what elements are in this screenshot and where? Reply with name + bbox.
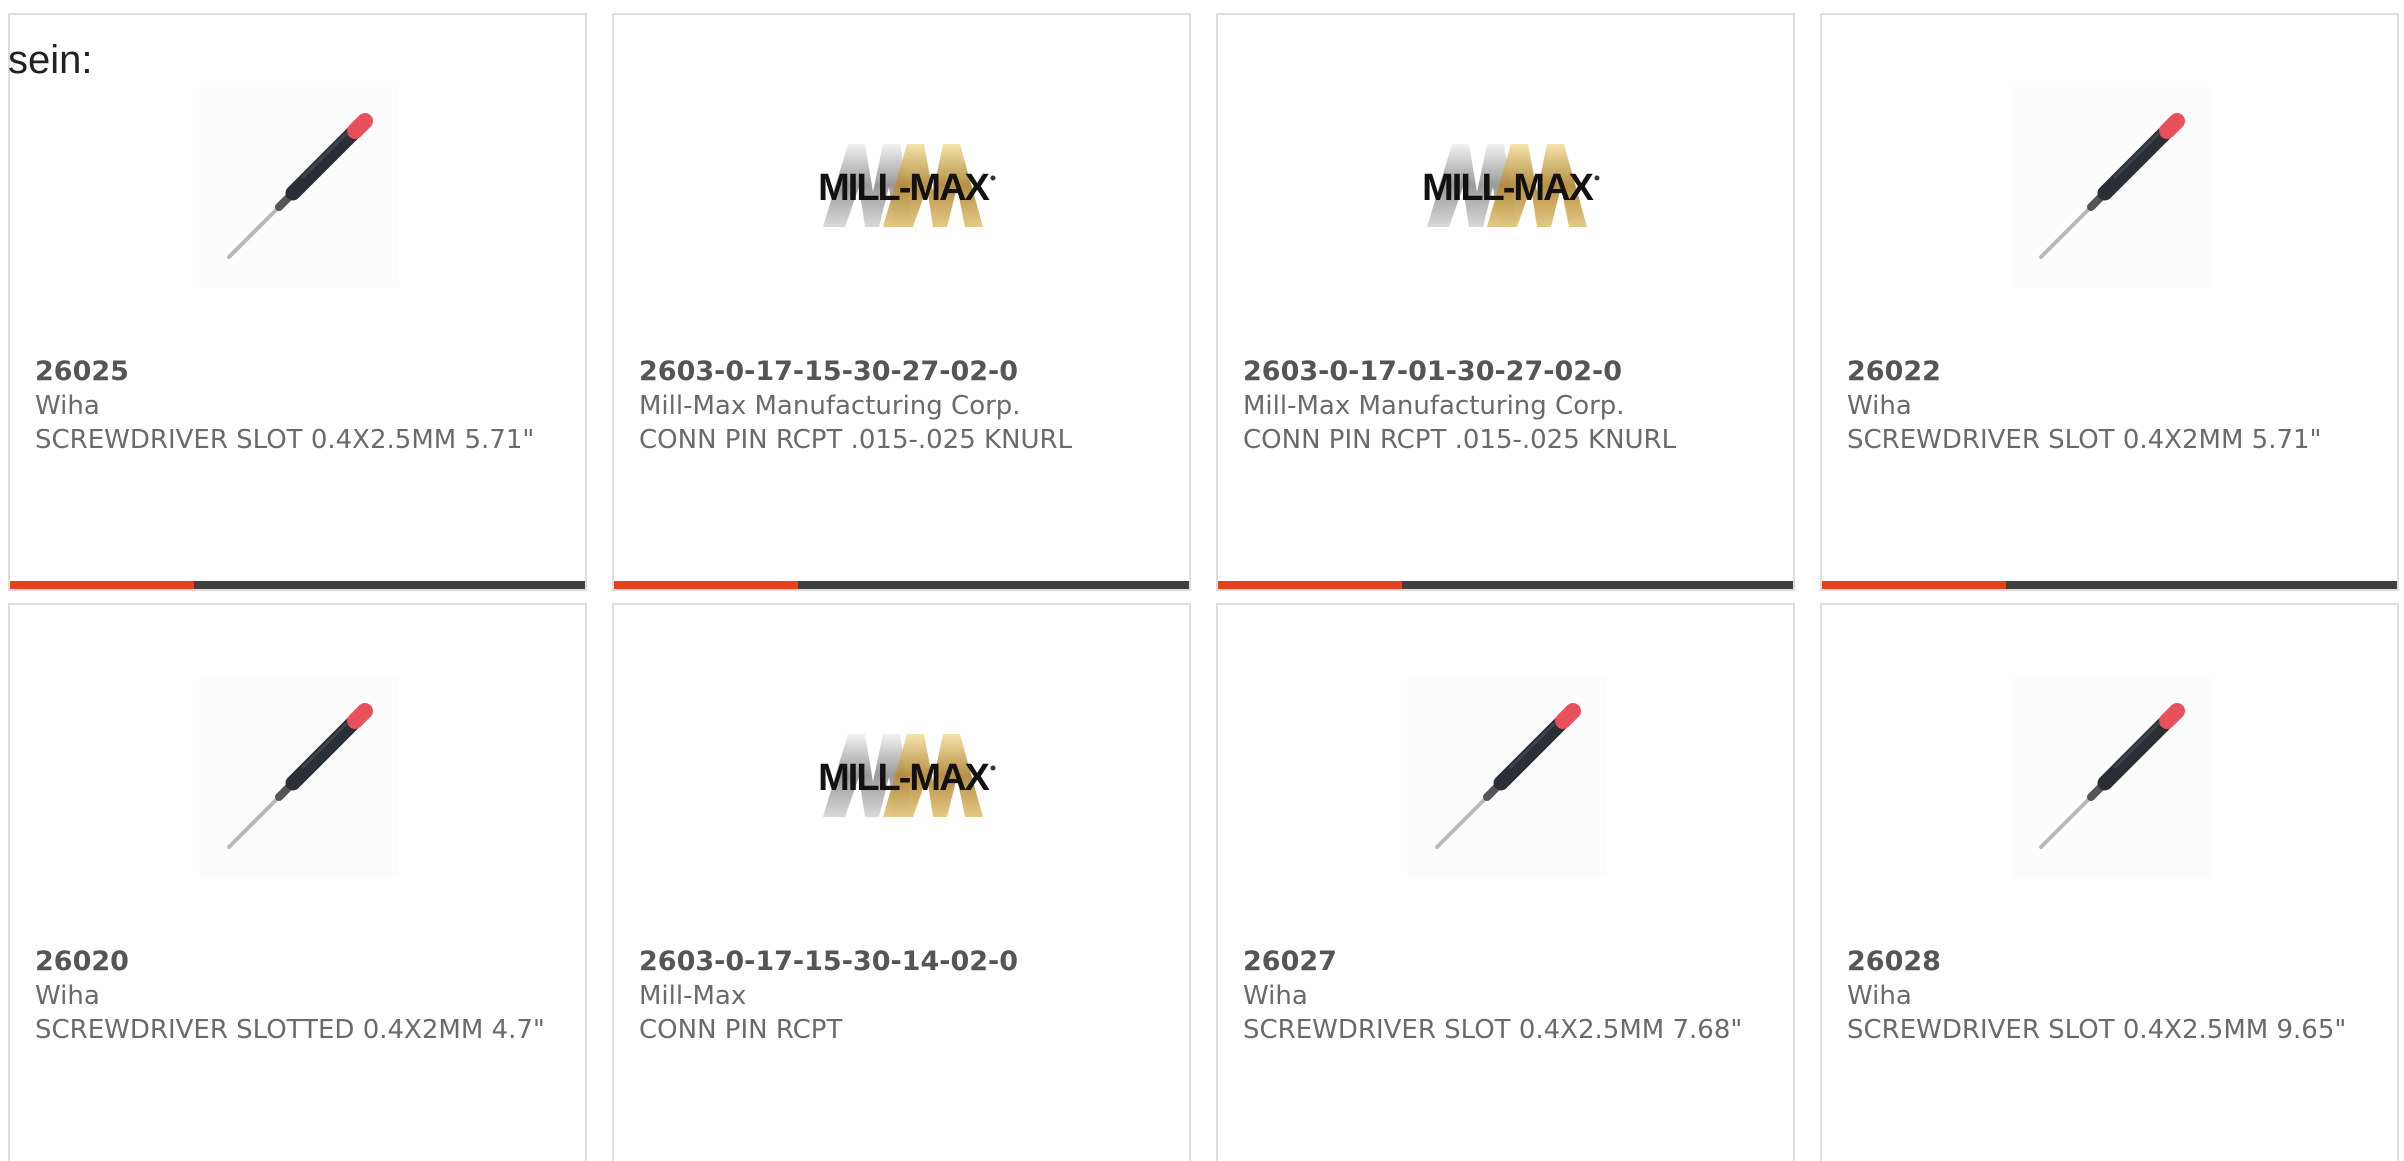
manufacturer: Wiha [1847, 981, 1912, 1011]
part-number[interactable]: 2603-0-17-01-30-27-02-0 [1243, 355, 1768, 389]
product-image [199, 87, 399, 287]
part-number[interactable]: 26020 [35, 945, 560, 979]
part-number[interactable]: 26027 [1243, 945, 1768, 979]
product-image [2011, 87, 2211, 287]
progress-bar-fill [1218, 581, 1402, 589]
description: CONN PIN RCPT [639, 1015, 843, 1045]
product-info: 26027 Wiha SCREWDRIVER SLOT 0.4X2.5MM 7.… [1243, 945, 1768, 1047]
mill-max-logo-text: MILL-MAX [1422, 167, 1594, 209]
description: SCREWDRIVER SLOT 0.4X2.5MM 7.68" [1243, 1015, 1743, 1045]
product-grid: 26025 Wiha SCREWDRIVER SLOT 0.4X2.5MM 5.… [8, 13, 2399, 1161]
product-image: MILL-MAX [803, 677, 1003, 877]
description: SCREWDRIVER SLOTTED 0.4X2MM 4.7" [35, 1015, 545, 1045]
progress-bar [1822, 581, 2397, 589]
product-info: 26020 Wiha SCREWDRIVER SLOTTED 0.4X2MM 4… [35, 945, 560, 1047]
manufacturer: Wiha [1243, 981, 1308, 1011]
product-image [1407, 677, 1607, 877]
screwdriver-image [2011, 677, 2211, 877]
manufacturer: Mill-Max Manufacturing Corp. [1243, 391, 1625, 421]
product-info: 2603-0-17-01-30-27-02-0 Mill-Max Manufac… [1243, 355, 1768, 457]
part-number[interactable]: 2603-0-17-15-30-27-02-0 [639, 355, 1164, 389]
product-image [2011, 677, 2211, 877]
mill-max-logo-text: MILL-MAX [818, 757, 990, 799]
progress-bar-fill [614, 581, 798, 589]
progress-bar-fill [1822, 581, 2006, 589]
mill-max-logo-text: MILL-MAX [818, 167, 990, 209]
progress-bar-fill [10, 581, 194, 589]
manufacturer: Mill-Max [639, 981, 747, 1011]
product-image [199, 677, 399, 877]
description: SCREWDRIVER SLOT 0.4X2.5MM 9.65" [1847, 1015, 2347, 1045]
progress-bar [1218, 581, 1793, 589]
description: SCREWDRIVER SLOT 0.4X2MM 5.71" [1847, 425, 2322, 455]
product-card[interactable]: 26028 Wiha SCREWDRIVER SLOT 0.4X2.5MM 9.… [1820, 603, 2399, 1161]
manufacturer: Wiha [35, 981, 100, 1011]
product-card[interactable]: MILL-MAX 2603-0-17-01-30-27-02-0 Mill-Ma… [1216, 13, 1795, 591]
product-info: 26028 Wiha SCREWDRIVER SLOT 0.4X2.5MM 9.… [1847, 945, 2372, 1047]
product-card[interactable]: MILL-MAX 2603-0-17-15-30-27-02-0 Mill-Ma… [612, 13, 1191, 591]
part-number[interactable]: 26028 [1847, 945, 2372, 979]
product-card[interactable]: 26025 Wiha SCREWDRIVER SLOT 0.4X2.5MM 5.… [8, 13, 587, 591]
part-number[interactable]: 26022 [1847, 355, 2372, 389]
product-info: 2603-0-17-15-30-27-02-0 Mill-Max Manufac… [639, 355, 1164, 457]
product-card[interactable]: 26020 Wiha SCREWDRIVER SLOTTED 0.4X2MM 4… [8, 603, 587, 1161]
product-card[interactable]: MILL-MAX 2603-0-17-15-30-14-02-0 Mill-Ma… [612, 603, 1191, 1161]
screwdriver-image [1407, 677, 1607, 877]
screwdriver-image [2011, 87, 2211, 287]
description: CONN PIN RCPT .015-.025 KNURL [639, 425, 1073, 455]
progress-bar [614, 581, 1189, 589]
mill-max-logo: MILL-MAX [818, 144, 996, 227]
product-info: 26022 Wiha SCREWDRIVER SLOT 0.4X2MM 5.71… [1847, 355, 2372, 457]
product-image: MILL-MAX [1407, 87, 1607, 287]
product-info: 2603-0-17-15-30-14-02-0 Mill-Max CONN PI… [639, 945, 1164, 1047]
product-card[interactable]: 26022 Wiha SCREWDRIVER SLOT 0.4X2MM 5.71… [1820, 13, 2399, 591]
description: SCREWDRIVER SLOT 0.4X2.5MM 5.71" [35, 425, 535, 455]
mill-max-logo: MILL-MAX [818, 734, 996, 817]
product-card[interactable]: 26027 Wiha SCREWDRIVER SLOT 0.4X2.5MM 7.… [1216, 603, 1795, 1161]
description: CONN PIN RCPT .015-.025 KNURL [1243, 425, 1677, 455]
screwdriver-image [199, 87, 399, 287]
intro-text: sein: [8, 38, 93, 82]
part-number[interactable]: 26025 [35, 355, 560, 389]
manufacturer: Wiha [35, 391, 100, 421]
product-info: 26025 Wiha SCREWDRIVER SLOT 0.4X2.5MM 5.… [35, 355, 560, 457]
screwdriver-image [199, 677, 399, 877]
product-results-page: 26025 Wiha SCREWDRIVER SLOT 0.4X2.5MM 5.… [0, 0, 2404, 1161]
mill-max-logo: MILL-MAX [1422, 144, 1600, 227]
progress-bar [10, 581, 585, 589]
manufacturer: Wiha [1847, 391, 1912, 421]
product-image: MILL-MAX [803, 87, 1003, 287]
part-number[interactable]: 2603-0-17-15-30-14-02-0 [639, 945, 1164, 979]
manufacturer: Mill-Max Manufacturing Corp. [639, 391, 1021, 421]
